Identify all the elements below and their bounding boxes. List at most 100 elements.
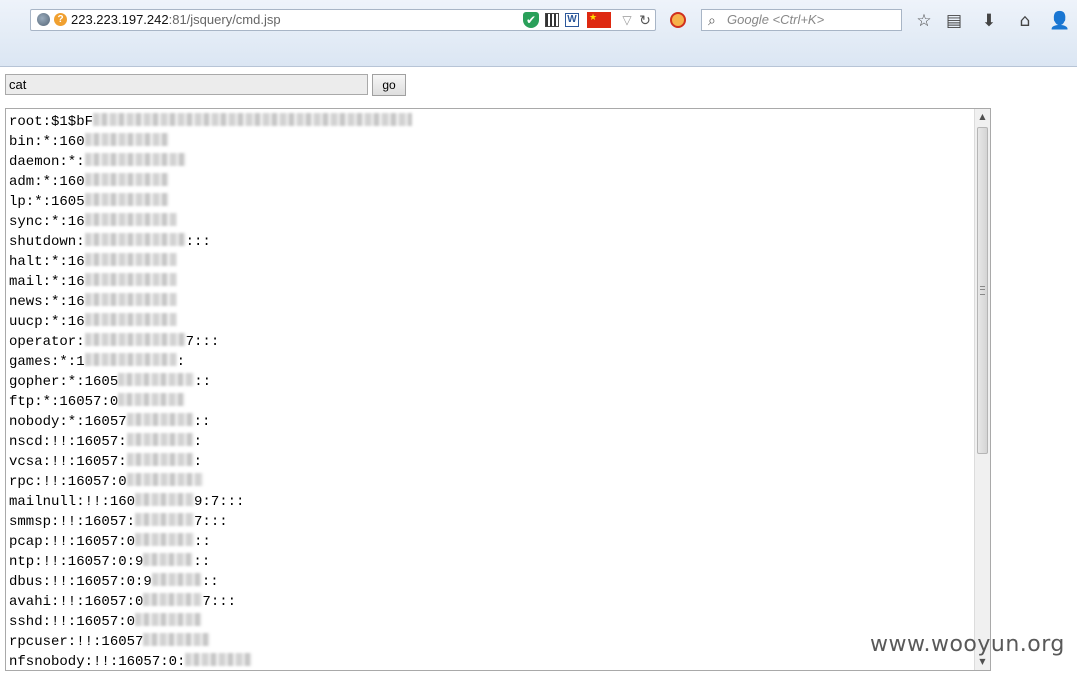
output-line: adm:*:160 [9, 172, 412, 192]
output-line: lp:*:1605 [9, 192, 412, 212]
output-line: shutdown:::: [9, 232, 412, 252]
redacted-block [135, 493, 195, 506]
output-line: daemon:*: [9, 152, 412, 172]
line-tail: : [193, 434, 203, 450]
account-icon[interactable]: 👤 [1049, 10, 1071, 32]
redacted-block [135, 613, 203, 626]
adblock-icon[interactable] [670, 12, 686, 28]
line-text: nfsnobody:!!:16057:0: [9, 654, 186, 670]
output-line: vcsa:!!:16057:: [9, 452, 412, 472]
redacted-block [84, 313, 177, 326]
line-text: smmsp:!!:16057: [9, 514, 136, 530]
line-text: root:$1$bF [9, 114, 94, 130]
line-text: gopher:*:1605 [9, 374, 119, 390]
redacted-block [84, 213, 177, 226]
output-line: smmsp:!!:16057: 7::: [9, 512, 412, 532]
line-text: ntp:!!:16057:0:9 [9, 554, 144, 570]
output-line: avahi:!!:16057:0 7::: [9, 592, 412, 612]
line-tail: :: [201, 574, 219, 590]
line-text: adm:*:160 [9, 174, 85, 190]
output-line: gopher:*:1605:: [9, 372, 412, 392]
line-text: lp:*:1605 [9, 194, 85, 210]
output-line: ntp:!!:16057:0:9:: [9, 552, 412, 572]
browser-toolbar: ? 223.223.197.242:81/jsquery/cmd.jsp ✔ W… [0, 0, 1077, 67]
redacted-block [84, 293, 177, 306]
output-line: bin:*:160 [9, 132, 412, 152]
line-text: daemon:*: [9, 154, 85, 170]
redacted-block [93, 113, 413, 126]
redacted-block [143, 633, 211, 646]
dropdown-icon[interactable]: ▽ [619, 12, 635, 28]
output-line: mail:*:16 [9, 272, 412, 292]
line-tail: : [193, 454, 203, 470]
output-line: root:$1$bF [9, 112, 413, 132]
watermark: www.wooyun.org [870, 632, 1065, 657]
redacted-block [135, 533, 195, 546]
line-tail: 7::: [194, 514, 228, 530]
output-line: news:*:16 [9, 292, 412, 312]
line-text: games:*:1 [9, 354, 85, 370]
redacted-block [143, 593, 203, 606]
scroll-thumb[interactable] [977, 127, 988, 454]
redacted-block [143, 553, 194, 566]
command-input[interactable] [5, 74, 368, 95]
redacted-block [151, 573, 202, 586]
redacted-block [84, 153, 186, 166]
home-icon[interactable]: ⌂ [1014, 10, 1036, 32]
search-icon: ⌕ [708, 12, 716, 28]
line-tail: :: [194, 534, 211, 550]
line-tail: : [176, 354, 186, 370]
line-text: dbus:!!:16057:0:9 [9, 574, 152, 590]
redacted-block [84, 333, 186, 346]
line-tail: :: [194, 374, 212, 390]
shield-icon[interactable]: ✔ [523, 12, 539, 28]
line-text: ftp:*:16057:0 [9, 394, 119, 410]
redacted-block [84, 193, 169, 206]
line-text: rpc:!!:16057:0 [9, 474, 127, 490]
line-text: uucp:*:16 [9, 314, 85, 330]
output-line: games:*:1: [9, 352, 412, 372]
redacted-block [126, 453, 194, 466]
redacted-block [84, 173, 169, 186]
go-button[interactable]: go [372, 74, 406, 96]
output-line: uucp:*:16 [9, 312, 412, 332]
china-flag-icon[interactable]: ★ [587, 12, 611, 28]
qr-code-icon[interactable] [545, 13, 559, 27]
reading-list-icon[interactable]: ▤ [943, 10, 965, 32]
search-field[interactable]: ⌕ Google <Ctrl+K> [701, 9, 902, 31]
line-text: halt:*:16 [9, 254, 85, 270]
output-line: rpcuser:!!:16057 [9, 632, 412, 652]
download-icon[interactable]: ⬇ [978, 10, 1000, 32]
address-bar[interactable]: ? 223.223.197.242:81/jsquery/cmd.jsp ✔ W… [30, 9, 656, 31]
line-tail: 7::: [202, 594, 237, 610]
word-icon[interactable]: W [565, 13, 579, 27]
line-text: mail:*:16 [9, 274, 85, 290]
redacted-block [84, 353, 177, 366]
line-tail: ::: [185, 234, 211, 250]
globe-icon [37, 13, 50, 26]
redacted-block [118, 393, 186, 406]
line-text: shutdown: [9, 234, 85, 250]
output-line: halt:*:16 [9, 252, 412, 272]
bookmark-star-icon[interactable]: ☆ [913, 10, 935, 32]
redacted-block [126, 413, 194, 426]
grip-icon [980, 286, 985, 295]
output-line: mailnull:!!:160 9:7::: [9, 492, 412, 512]
line-text: pcap:!!:16057:0 [9, 534, 136, 550]
scroll-up-icon[interactable]: ▲ [975, 109, 990, 125]
line-text: bin:*:160 [9, 134, 85, 150]
command-output[interactable]: root:$1$bF bin:*:160 daemon:*: adm:*:160 lp:… [5, 108, 991, 671]
output-line: nscd:!!:16057:: [9, 432, 412, 452]
line-tail: 7::: [185, 334, 220, 350]
output-line: nobody:*:16057:: [9, 412, 412, 432]
output-line: sync:*:16 [9, 212, 412, 232]
redacted-block [126, 473, 203, 486]
url-path: :81/jsquery/cmd.jsp [168, 12, 281, 27]
warning-icon[interactable]: ? [54, 13, 67, 26]
reload-icon[interactable]: ↻ [637, 12, 653, 28]
url-text[interactable]: 223.223.197.242:81/jsquery/cmd.jsp [71, 10, 281, 30]
line-text: nobody:*:16057 [9, 414, 127, 430]
line-tail: :: [193, 554, 211, 570]
redacted-block [84, 233, 186, 246]
vertical-scrollbar[interactable]: ▲ ▼ [974, 109, 990, 670]
